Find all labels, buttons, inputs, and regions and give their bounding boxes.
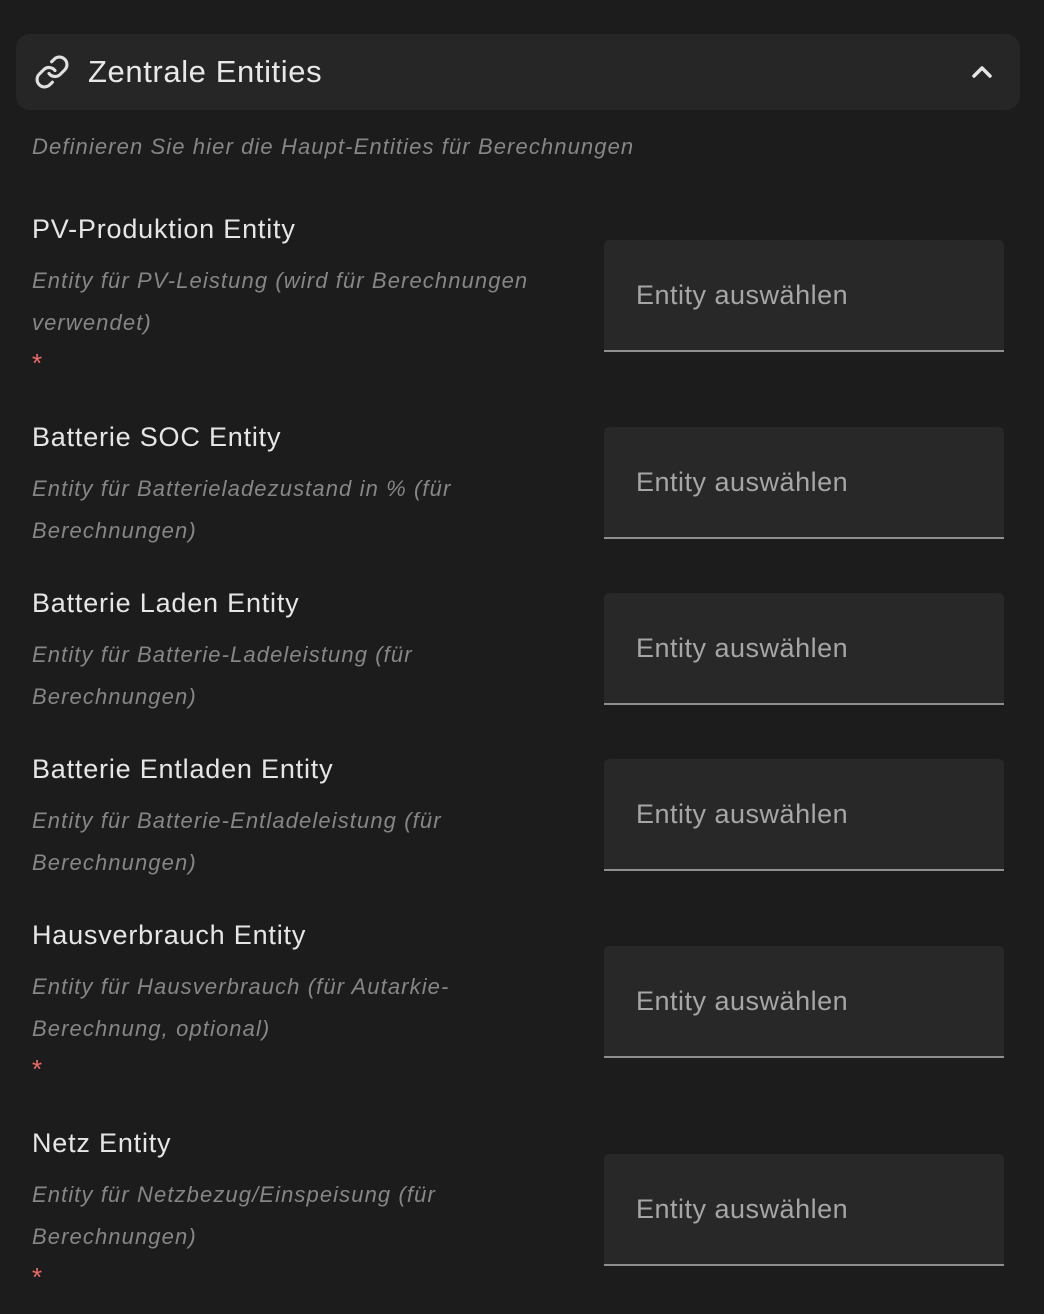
- entity-select-batterie-soc[interactable]: Entity auswählen: [604, 427, 1004, 539]
- select-placeholder: Entity auswählen: [636, 633, 849, 663]
- required-indicator: *: [32, 348, 43, 378]
- section-description: Definieren Sie hier die Haupt-Entities f…: [32, 134, 635, 159]
- entity-select-hausverbrauch[interactable]: Entity auswählen: [604, 946, 1004, 1058]
- field-description: Entity für Batterie-Ladeleistung (für Be…: [32, 642, 413, 709]
- entity-select-batterie-laden[interactable]: Entity auswählen: [604, 593, 1004, 705]
- field-label: Batterie Laden Entity: [32, 588, 300, 618]
- field-label: Netz Entity: [32, 1128, 172, 1158]
- select-placeholder: Entity auswählen: [636, 986, 849, 1016]
- section-header-zentrale-entities[interactable]: Zentrale Entities: [16, 34, 1020, 110]
- select-placeholder: Entity auswählen: [636, 1194, 849, 1224]
- entity-select-pv-produktion[interactable]: Entity auswählen: [604, 240, 1004, 352]
- field-description: Entity für Batterieladezustand in % (für…: [32, 476, 452, 543]
- chevron-up-icon[interactable]: [966, 56, 998, 88]
- field-description: Entity für Batterie-Entladeleistung (für…: [32, 808, 442, 875]
- field-label: Batterie Entladen Entity: [32, 754, 334, 784]
- settings-page: Zentrale Entities Definieren Sie hier di…: [0, 0, 1044, 1314]
- required-indicator: *: [32, 1262, 43, 1292]
- select-placeholder: Entity auswählen: [636, 467, 849, 497]
- field-label: PV-Produktion Entity: [32, 214, 296, 244]
- select-placeholder: Entity auswählen: [636, 799, 849, 829]
- field-label: Hausverbrauch Entity: [32, 920, 307, 950]
- field-description: Entity für PV-Leistung (wird für Berechn…: [32, 268, 529, 335]
- field-description: Entity für Netzbezug/Einspeisung (für Be…: [32, 1182, 436, 1249]
- required-indicator: *: [32, 1054, 43, 1084]
- entity-select-netz[interactable]: Entity auswählen: [604, 1154, 1004, 1266]
- entity-select-batterie-entladen[interactable]: Entity auswählen: [604, 759, 1004, 871]
- field-description: Entity für Hausverbrauch (für Autarkie-B…: [32, 974, 450, 1041]
- select-placeholder: Entity auswählen: [636, 280, 849, 310]
- section-title: Zentrale Entities: [88, 54, 323, 89]
- field-label: Batterie SOC Entity: [32, 422, 282, 452]
- link-icon: [34, 54, 70, 90]
